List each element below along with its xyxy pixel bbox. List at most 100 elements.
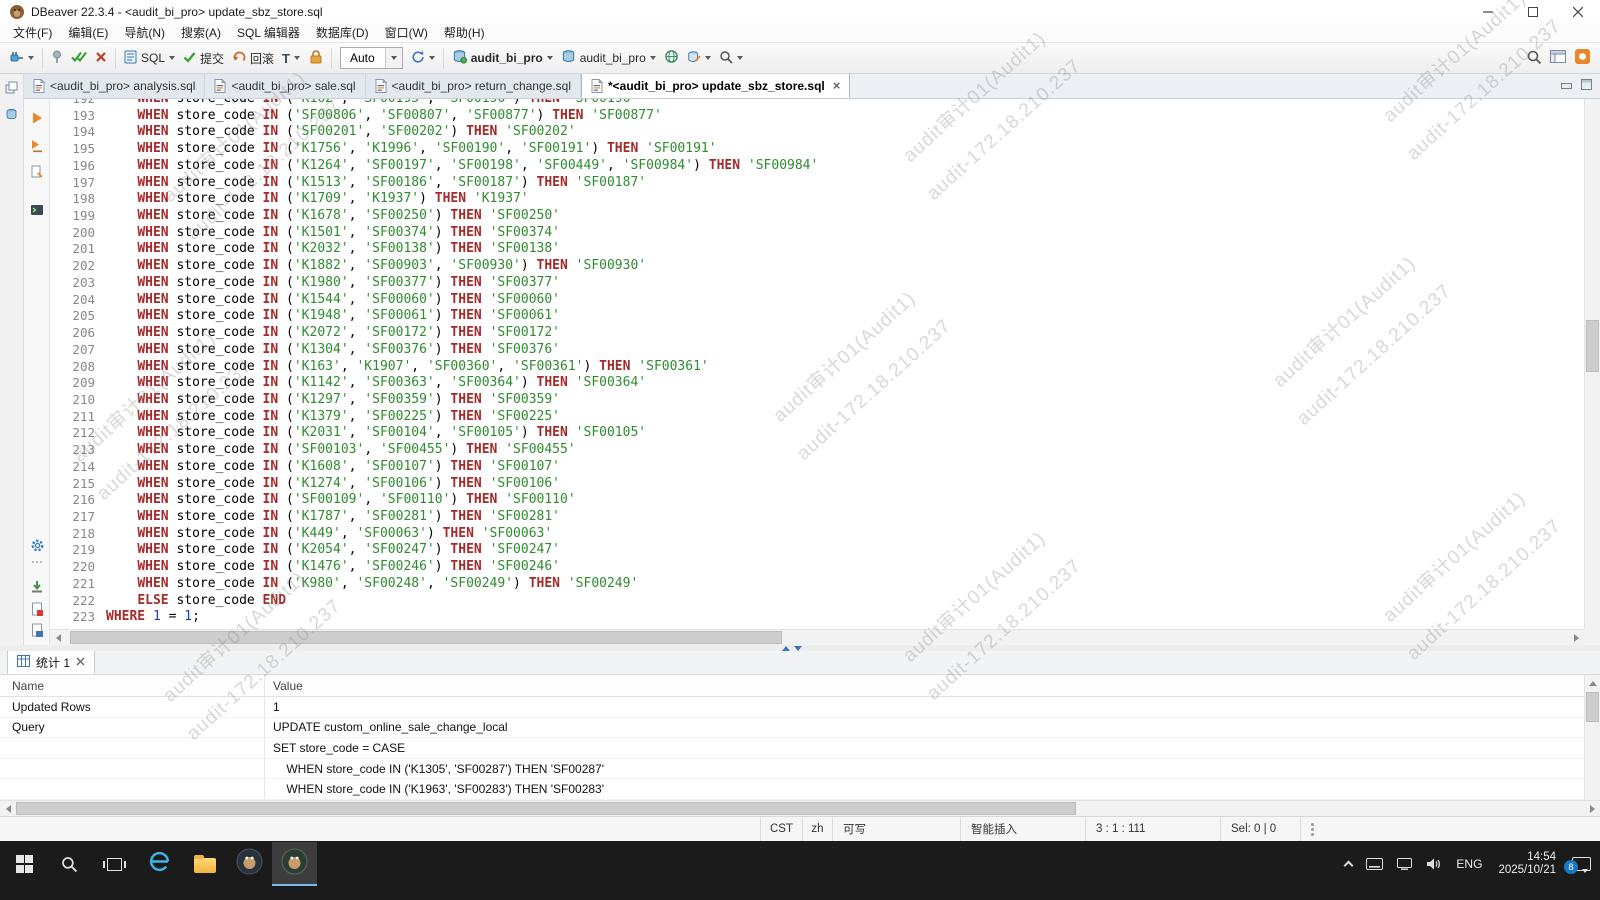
database-navigator-icon[interactable]: [5, 108, 18, 126]
lock-button[interactable]: [304, 46, 327, 70]
disconnect-button[interactable]: [91, 48, 111, 69]
schema-combo[interactable]: audit_bi_pro: [557, 46, 660, 70]
file-explorer-button[interactable]: [182, 842, 227, 886]
taskbar-clock[interactable]: 14:54 2025/10/21: [1489, 851, 1565, 878]
close-button[interactable]: [1555, 0, 1600, 23]
scrollbar-thumb[interactable]: [1586, 320, 1599, 372]
editor-tab[interactable]: <audit_bi_pro> sale.sql: [205, 74, 366, 98]
line-number: 208: [72, 358, 95, 374]
results-col-name[interactable]: Name: [0, 675, 265, 696]
execute-statement-button[interactable]: [30, 111, 44, 125]
volume-button[interactable]: [1419, 842, 1449, 886]
panel-sash[interactable]: [0, 645, 1600, 651]
rollback-button[interactable]: 回滚: [228, 47, 278, 70]
editor-tab[interactable]: <audit_bi_pro> return_change.sql: [365, 74, 581, 98]
status-caret-position[interactable]: 3 : 1 : 111: [1085, 817, 1220, 841]
menu-item[interactable]: 数据库(D): [308, 22, 377, 43]
taskbar-search-button[interactable]: [47, 842, 92, 886]
settings-gear-icon[interactable]: [30, 538, 45, 553]
combo-arrow[interactable]: [384, 48, 402, 68]
menu-item[interactable]: 帮助(H): [436, 22, 493, 43]
open-connection-button[interactable]: [5, 47, 38, 70]
minimize-button[interactable]: [1465, 0, 1510, 23]
autocommit-combo[interactable]: Auto: [340, 47, 403, 69]
maximize-button[interactable]: [1510, 0, 1555, 23]
navigator-sync-button[interactable]: [660, 46, 683, 70]
scrollbar-thumb[interactable]: [16, 802, 1076, 815]
menu-item[interactable]: 窗口(W): [377, 22, 436, 43]
connection-combo[interactable]: audit_bi_pro: [448, 46, 557, 70]
refresh-button[interactable]: [407, 47, 439, 70]
statistics-tab-label: 统计 1: [36, 655, 71, 670]
transaction-log-button[interactable]: T: [278, 48, 304, 69]
menu-item[interactable]: 文件(F): [5, 22, 60, 43]
start-button[interactable]: [2, 842, 47, 886]
result-row[interactable]: Query UPDATE custom_online_sale_change_lo…: [0, 717, 1584, 739]
dbeaver-taskbar-button-active[interactable]: [272, 842, 317, 886]
perspective-button[interactable]: [1546, 47, 1570, 69]
code-line: 211 WHEN store_code IN ('K1379', 'SF0022…: [50, 409, 1584, 426]
status-writable: 可写: [832, 817, 960, 841]
show-hidden-icons-button[interactable]: [1338, 842, 1359, 886]
results-col-value[interactable]: Value: [265, 675, 1584, 696]
line-number: 212: [72, 425, 95, 441]
line-number: 219: [72, 542, 95, 558]
sash-grip-icon[interactable]: [782, 645, 802, 651]
scroll-up-icon[interactable]: [1585, 675, 1600, 691]
touch-keyboard-button[interactable]: [1359, 842, 1390, 886]
restore-view-icon[interactable]: [5, 81, 18, 99]
maximize-view-icon[interactable]: [1581, 79, 1592, 90]
clock-date: 2025/10/21: [1498, 864, 1556, 876]
menu-item[interactable]: 导航(N): [116, 22, 173, 43]
commit-button[interactable]: 提交: [179, 47, 228, 70]
menu-item[interactable]: 编辑(E): [60, 22, 116, 43]
result-row[interactable]: SET store_code = CASE: [0, 738, 1584, 759]
results-vertical-scrollbar[interactable]: [1584, 675, 1600, 800]
tab-close-icon[interactable]: [76, 655, 85, 669]
result-row[interactable]: Updated Rows 1: [0, 697, 1584, 718]
result-row[interactable]: WHEN store_code IN ('K1305', 'SF00287') …: [0, 758, 1584, 780]
internet-explorer-button[interactable]: [137, 842, 182, 886]
editor-tab[interactable]: *<audit_bi_pro> update_sbz_store.sql ×: [581, 73, 851, 98]
editor-horizontal-scrollbar[interactable]: [50, 629, 1584, 645]
editor-action-rail: [24, 99, 50, 645]
database-tasks-button[interactable]: [683, 47, 715, 70]
scroll-left-icon[interactable]: [0, 801, 16, 817]
code-text: WHEN store_code IN ('K1709', 'K1937') TH…: [137, 191, 529, 207]
execute-new-tab-button[interactable]: [30, 165, 44, 179]
sql-menu-button[interactable]: SQL: [120, 47, 179, 70]
dbeaver-taskbar-button[interactable]: [227, 842, 272, 886]
editor-tab[interactable]: <audit_bi_pro> analysis.sql: [24, 74, 206, 98]
code-line: 221 WHEN store_code IN ('K980', 'SF00248…: [50, 576, 1584, 593]
language-indicator[interactable]: ENG: [1449, 842, 1489, 886]
statistics-tab[interactable]: 统计 1: [7, 650, 96, 674]
menu-item[interactable]: 搜索(A): [173, 22, 229, 43]
execute-script-button[interactable]: [30, 139, 44, 153]
output-log-button[interactable]: [30, 602, 44, 616]
editor-vertical-scrollbar[interactable]: [1584, 99, 1600, 629]
scroll-right-icon[interactable]: [1568, 630, 1584, 646]
result-value-cell: 1: [273, 699, 280, 714]
minimize-view-icon[interactable]: [1561, 79, 1572, 90]
export-data-button[interactable]: [30, 580, 44, 594]
action-center-button[interactable]: 8: [1564, 842, 1598, 886]
pin-editor-button[interactable]: [47, 47, 67, 70]
tab-close-icon[interactable]: ×: [833, 79, 841, 92]
scroll-left-icon[interactable]: [50, 630, 66, 646]
display-tray-button[interactable]: [1390, 842, 1419, 886]
global-search-button[interactable]: [1522, 46, 1546, 71]
save-script-button[interactable]: [30, 623, 44, 637]
task-view-button[interactable]: [92, 842, 137, 886]
connect-button[interactable]: [67, 47, 91, 69]
scroll-right-icon[interactable]: [1584, 801, 1600, 817]
menu-item[interactable]: SQL 编辑器: [229, 22, 308, 43]
result-row[interactable]: WHEN store_code IN ('K1963', 'SF00283') …: [0, 779, 1584, 800]
results-horizontal-scrollbar[interactable]: [0, 800, 1600, 816]
sql-console-button[interactable]: [30, 203, 44, 217]
line-number: 201: [72, 241, 95, 257]
sql-editor[interactable]: 192 WHEN store_code IN ('K162', 'SF00195…: [50, 99, 1584, 629]
scrollbar-thumb[interactable]: [70, 631, 782, 644]
dbeaver-store-button[interactable]: [1570, 45, 1595, 71]
scrollbar-thumb[interactable]: [1586, 692, 1599, 722]
search-objects-button[interactable]: [715, 47, 747, 70]
